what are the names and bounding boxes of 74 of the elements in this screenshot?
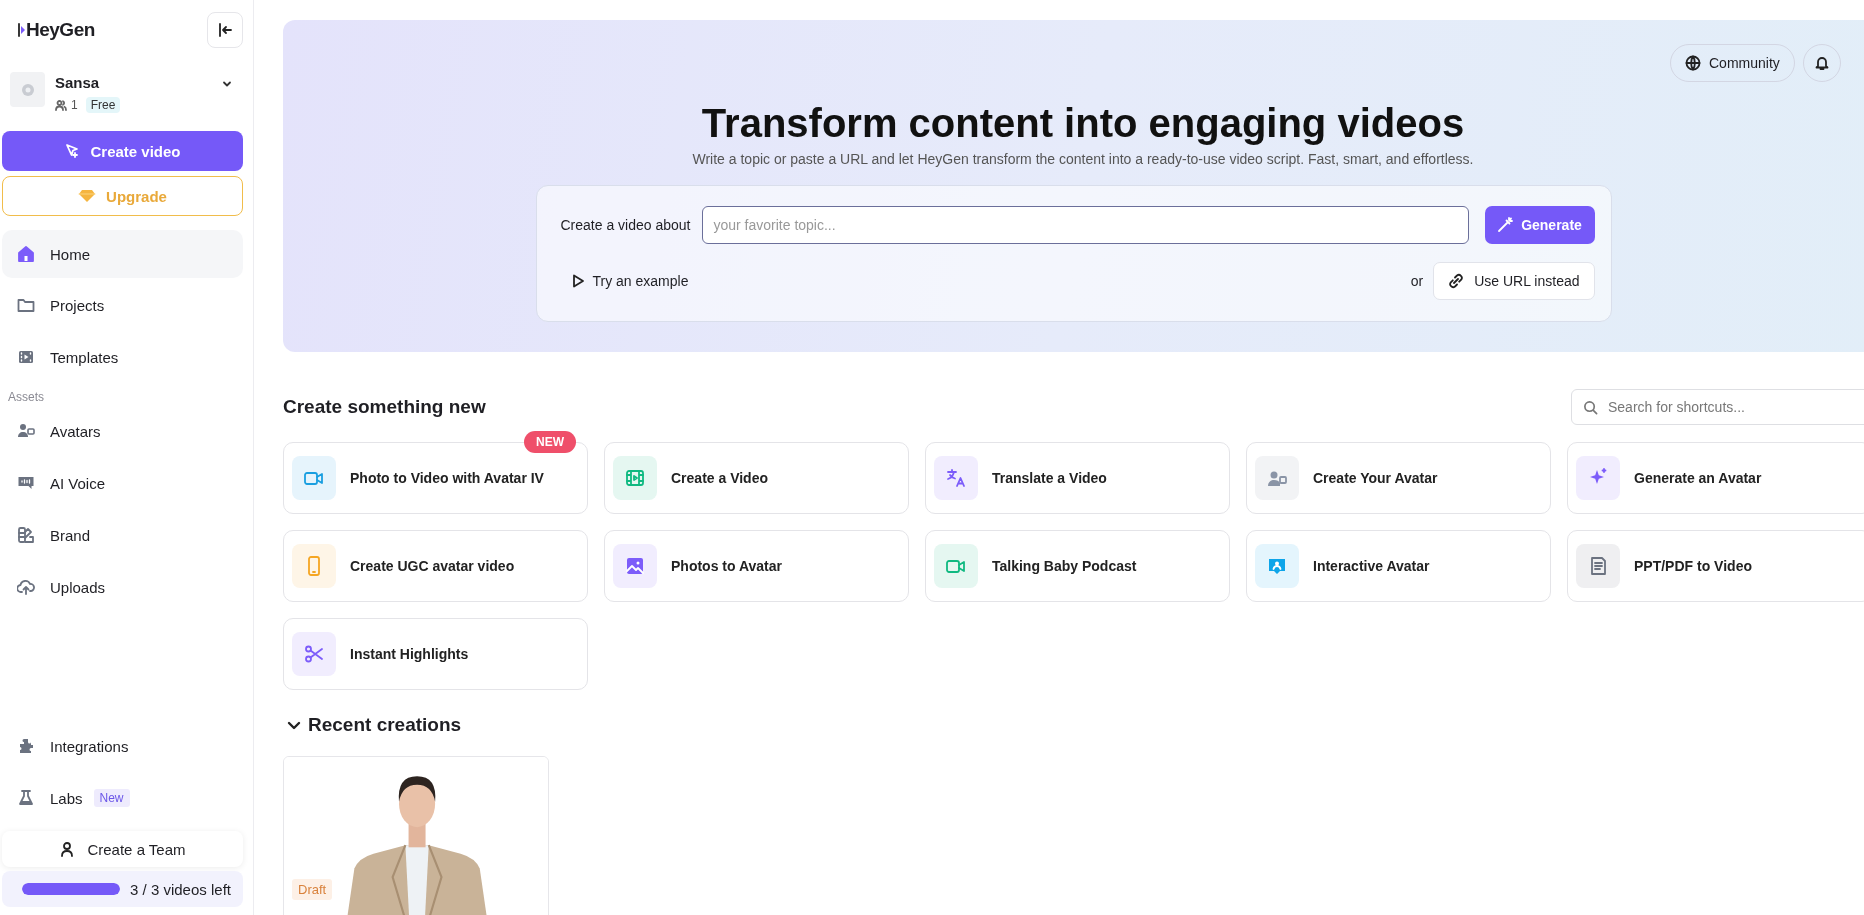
speech-bubble-icon (17, 474, 35, 492)
globe-icon (1685, 55, 1701, 71)
people-icon (55, 99, 67, 111)
plan-badge: Free (85, 97, 121, 113)
or-text: or (1410, 273, 1424, 289)
new-badge: NEW (524, 431, 576, 453)
shortcut-card[interactable]: Generate an Avatar (1567, 442, 1864, 514)
hero-subtitle: Write a topic or paste a URL and let HeyGen transform the content into a ready-to-use video script. Fast, smart, and effortless. (691, 151, 1475, 167)
section-title: Create something new (283, 396, 486, 418)
diamond-icon (78, 189, 97, 203)
shortcut-label: Instant Highlights (350, 646, 469, 662)
shortcut-label: Create UGC avatar video (350, 558, 515, 574)
play-icon (18, 23, 25, 37)
account-name[interactable]: Sansa (55, 74, 211, 91)
shortcut-card[interactable]: Photos to Avatar (604, 530, 909, 602)
shortcut-card[interactable]: Translate a Video (925, 442, 1230, 514)
shortcut-card[interactable]: Interactive Avatar (1246, 530, 1551, 602)
shortcut-label: Photos to Avatar (671, 558, 782, 574)
status-badge: Draft (292, 879, 333, 900)
shortcut-label: Talking Baby Podcast (992, 558, 1137, 574)
person-icon (59, 841, 76, 857)
shortcut-label: Create Your Avatar (1313, 470, 1438, 486)
topic-input-field[interactable]: your favorite topic... (702, 206, 1469, 244)
shortcut-label: Generate an Avatar (1634, 470, 1762, 486)
new-badge: New (93, 789, 130, 807)
shortcut-label: Photo to Video with Avatar IV (350, 470, 544, 486)
cursor-icon (64, 143, 81, 159)
shortcut-label: Create a Video (671, 470, 768, 486)
sidebar-item[interactable]: Uploads (2, 562, 243, 612)
member-count: 1 (71, 98, 78, 112)
shortcut-card[interactable]: Talking Baby Podcast (925, 530, 1230, 602)
try-example-button[interactable]: Try an example (560, 273, 689, 289)
sidebar-item[interactable]: Integrations (2, 721, 243, 771)
sidebar-item[interactable]: AI Voice (2, 458, 243, 508)
section-heading: Assets (7, 390, 45, 404)
section-toggle[interactable]: Recent creations (286, 714, 462, 736)
sidebar-item[interactable]: Avatars (2, 406, 243, 456)
sidebar-item[interactable]: Labs New (2, 773, 243, 823)
shortcut-label: PPT/PDF to Video (1634, 558, 1752, 574)
sidebar-item[interactable]: Templates (2, 332, 243, 382)
shortcut-card[interactable]: Create UGC avatar video (283, 530, 588, 602)
film-icon (17, 348, 35, 366)
collapse-icon (217, 22, 233, 38)
search-icon (1583, 400, 1598, 415)
puzzle-icon (17, 737, 35, 755)
create-video-button[interactable]: Create video (2, 131, 243, 171)
flask-icon (17, 789, 35, 807)
shortcut-card[interactable]: PPT/PDF to Video (1567, 530, 1864, 602)
search-field[interactable]: Search for shortcuts... (1571, 389, 1864, 425)
shortcut-card[interactable]: Create a Video (604, 442, 909, 514)
shortcut-label: Interactive Avatar (1313, 558, 1430, 574)
generate-button[interactable]: Generate (1484, 206, 1595, 244)
play-icon (570, 274, 585, 288)
home-icon (17, 245, 35, 263)
use-url-button[interactable]: Use URL instead (1433, 262, 1595, 300)
link-icon (1448, 273, 1465, 289)
shortcut-card[interactable]: Instant Highlights (283, 618, 588, 690)
sidebar-item[interactable]: Home (2, 230, 243, 278)
palette-icon (17, 526, 35, 544)
shortcut-label: Translate a Video (992, 470, 1107, 486)
magic-wand-icon (1497, 217, 1514, 233)
folder-icon (17, 296, 35, 314)
collapse-sidebar-button[interactable] (207, 12, 243, 48)
sidebar-item[interactable]: Projects (2, 280, 243, 330)
logo: HeyGen (18, 19, 95, 41)
person-icon (17, 422, 35, 440)
shortcut-card[interactable]: Create Your Avatar (1246, 442, 1551, 514)
create-team-button[interactable]: Create a Team (2, 831, 243, 867)
usage-text: 3 / 3 videos left (130, 880, 231, 898)
cloud-upload-icon (17, 578, 35, 596)
hero-title: Transform content into engaging videos (700, 100, 1466, 147)
bell-icon (1813, 55, 1830, 71)
sidebar-item[interactable]: Brand (2, 510, 243, 560)
prompt-label: Create a video about (560, 217, 691, 233)
